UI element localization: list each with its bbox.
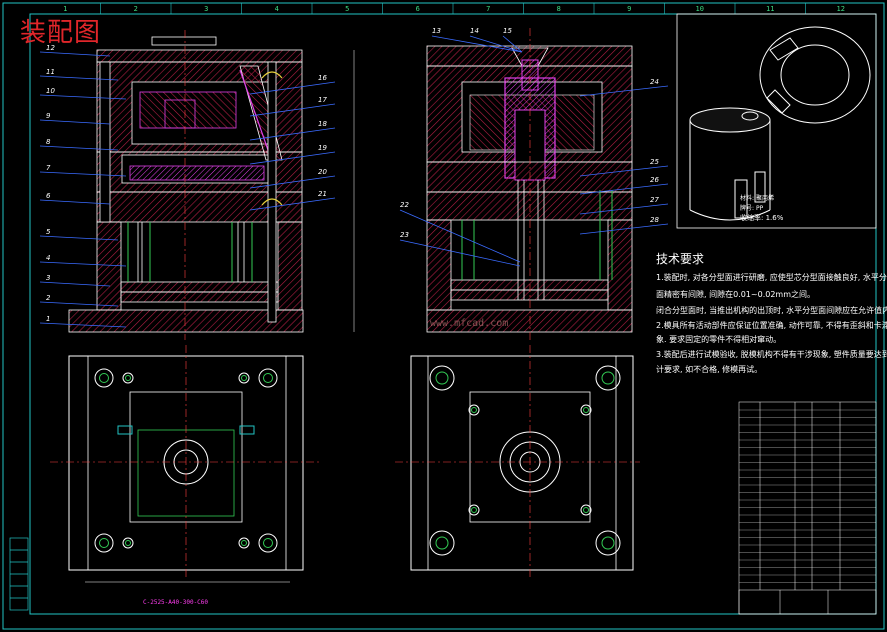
mold-base-code: C-2525-A40-300-C60: [143, 599, 209, 606]
grade-line: 牌号: PP: [740, 205, 764, 212]
bolt-hole: [468, 404, 480, 416]
left-plan-view: [50, 345, 320, 583]
bolt-hole-inner: [435, 536, 449, 550]
bolt-hole-inner: [125, 375, 131, 381]
callout-number: 7: [46, 164, 51, 172]
bolt-hole-inner: [99, 373, 109, 383]
material-line: 材料: 聚丙烯: [740, 195, 774, 202]
bolt-hole-inner: [471, 407, 477, 413]
tech-line: 计要求, 如不合格, 修模再试。: [656, 365, 763, 374]
callout-number: 19: [318, 144, 327, 152]
bolt-hole: [258, 368, 278, 388]
right-plan-view: [395, 345, 640, 580]
left-section-view: [68, 30, 355, 340]
bolt-hole-inner: [263, 538, 273, 548]
callout-number: 20: [318, 168, 327, 176]
grid-number: 3: [204, 5, 208, 13]
bolt-hole: [580, 404, 592, 416]
grid-number: 2: [134, 5, 138, 13]
drawing-svg: 1 2 3 4 5 6 7 8 9 10 11 12 1211109876543…: [2, 2, 885, 630]
callout-number: 2: [46, 294, 51, 302]
watermark: www.mfcad.com: [430, 318, 509, 329]
bolt-hole: [429, 530, 455, 556]
bolt-hole-inner: [601, 371, 615, 385]
tech-line: 闭合分型面时, 当推出机构的出顶时, 水平分型面间隙应在允许值内。: [656, 306, 887, 315]
callout-number: 10: [46, 87, 55, 95]
callout-number: 6: [46, 192, 51, 200]
callout-number: 24: [650, 78, 659, 86]
callout-number: 15: [503, 27, 512, 35]
callout-number: 18: [318, 120, 327, 128]
bolt-hole-inner: [583, 407, 589, 413]
grid-number: 8: [557, 5, 561, 13]
callout-number: 23: [400, 231, 409, 239]
callout-number: 22: [400, 201, 409, 209]
bolt-hole: [94, 368, 114, 388]
bolt-hole-inner: [471, 507, 477, 513]
right-section-view: [426, 28, 633, 340]
bolt-hole-inner: [241, 375, 247, 381]
callout-number: 26: [650, 176, 659, 184]
tech-requirements-title: 技术要求: [656, 252, 705, 266]
bolt-hole: [122, 537, 134, 549]
bolt-hole: [595, 530, 621, 556]
bolt-hole-inner: [263, 373, 273, 383]
bolt-hole: [429, 365, 455, 391]
grid-number: 10: [696, 5, 704, 13]
bolt-hole: [580, 504, 592, 516]
bolt-hole: [238, 372, 250, 384]
bolt-hole-inner: [99, 538, 109, 548]
tech-line: 2.模具所有活动部件应保证位置准确, 动作可靠, 不得有歪斜和卡滞现: [656, 321, 887, 330]
callout-number: 4: [46, 254, 50, 262]
bolt-hole-inner: [125, 540, 131, 546]
bolt-hole: [94, 533, 114, 553]
grid-number: 7: [486, 5, 490, 13]
callout-number: 27: [650, 196, 659, 204]
drawing-title: 装配图: [20, 18, 102, 48]
callout-number: 13: [432, 27, 441, 35]
grid-number: 12: [837, 5, 845, 13]
callout-number: 21: [318, 190, 327, 198]
grid-number: 6: [416, 5, 420, 13]
tech-line: 3.装配后进行试模验收, 脱模机构不得有干涉现象, 塑件质量要达到设: [656, 350, 887, 359]
cad-drawing-canvas: { "title": "装配图", "colors": { "frame": "…: [0, 0, 887, 632]
bolt-hole-inner: [583, 507, 589, 513]
bom-table: [738, 401, 877, 615]
callout-number: 28: [650, 216, 659, 224]
revision-strip: [9, 537, 29, 611]
callout-number: 8: [46, 138, 51, 146]
callout-number: 25: [650, 158, 659, 166]
callout-number: 16: [318, 74, 327, 82]
tech-line: 1.装配时, 对各分型面进行研磨, 应使型芯分型面接触良好, 水平分型: [656, 273, 887, 282]
bolt-hole: [468, 504, 480, 516]
grid-number: 9: [627, 5, 631, 13]
grid-number: 4: [275, 5, 279, 13]
callout-number: 9: [46, 112, 51, 120]
bolt-hole-inner: [241, 540, 247, 546]
callout-number: 5: [46, 228, 51, 236]
callout-number: 3: [46, 274, 50, 282]
callout-number: 17: [318, 96, 327, 104]
callout-number: 11: [46, 68, 55, 76]
bolt-hole: [258, 533, 278, 553]
bolt-hole: [595, 365, 621, 391]
tech-line: 面精密有间隙, 间隙在0.01~0.02mm之间。: [656, 290, 815, 299]
bolt-hole-inner: [601, 536, 615, 550]
leader-line: [399, 239, 521, 267]
callout-number: 14: [470, 27, 479, 35]
bolt-hole: [238, 537, 250, 549]
part-iso-frame: [676, 13, 877, 229]
grid-number: 11: [766, 5, 774, 13]
bolt-hole-inner: [435, 371, 449, 385]
callout-number: 1: [46, 315, 50, 323]
grid-number: 5: [345, 5, 349, 13]
shrink-line: 收缩率: 1.6%: [740, 214, 784, 222]
bolt-hole: [122, 372, 134, 384]
tech-line: 象. 要求固定的零件不得相对窜动。: [656, 335, 782, 344]
